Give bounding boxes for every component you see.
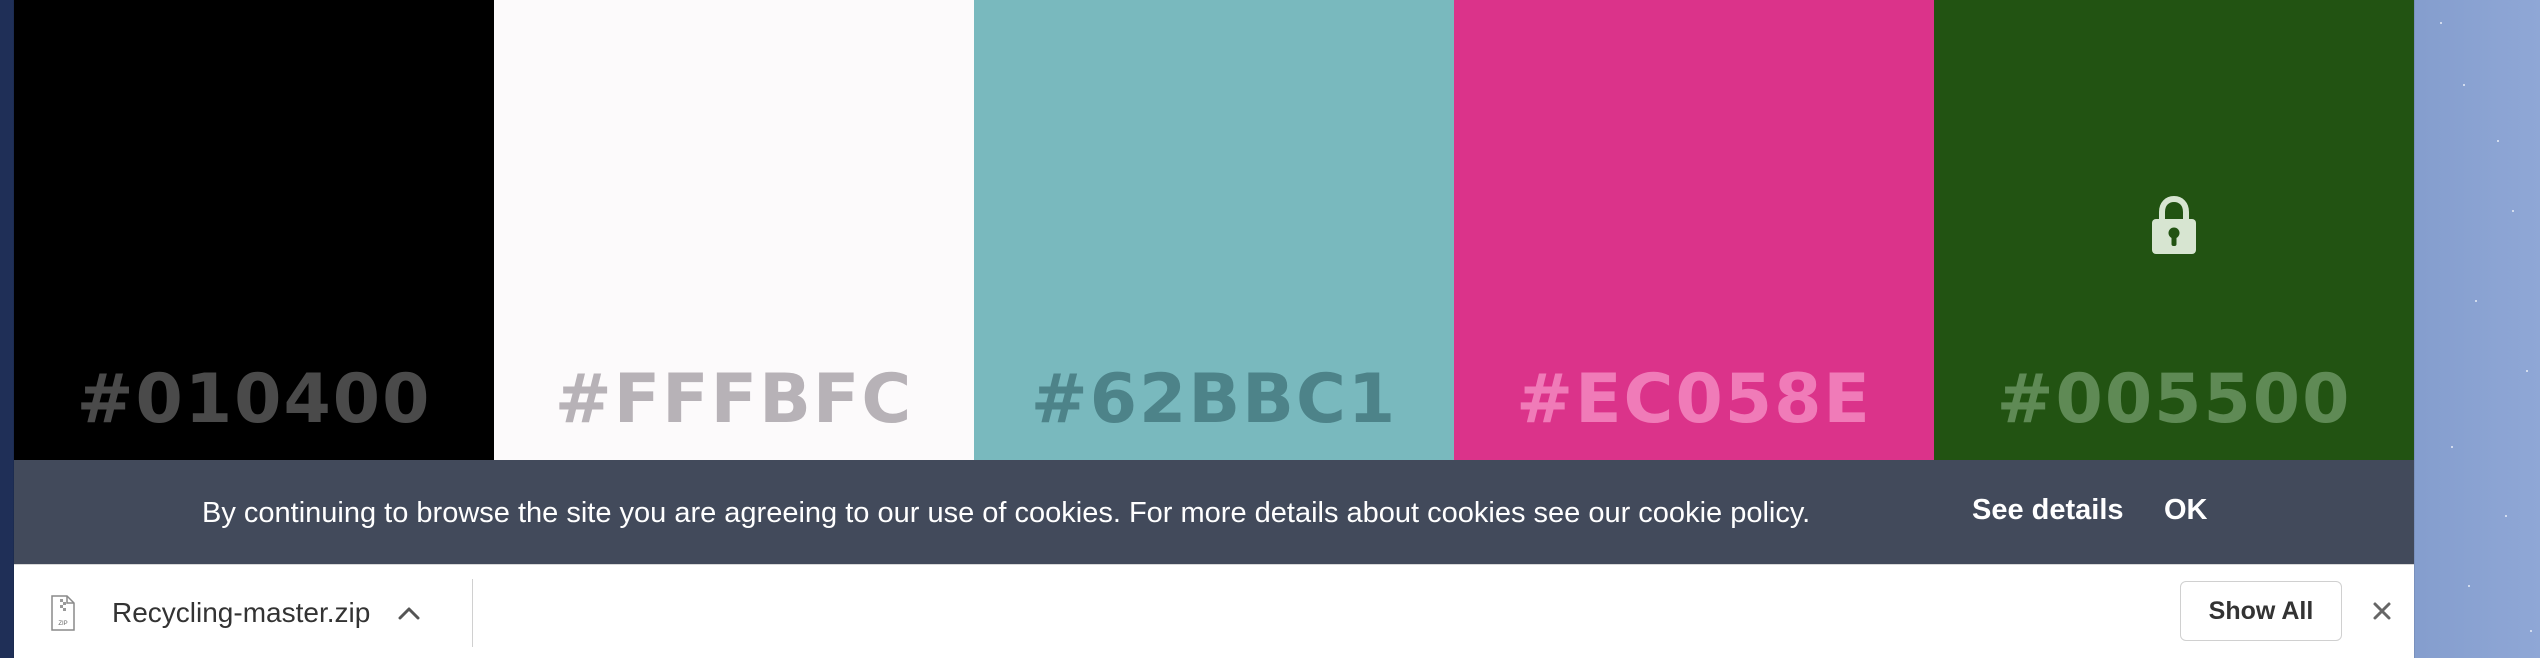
star <box>2451 446 2453 448</box>
chevron-up-icon[interactable] <box>398 606 420 620</box>
swatch-5[interactable]: #005500 <box>1934 0 2414 460</box>
show-all-button[interactable]: Show All <box>2180 581 2342 641</box>
download-file-name[interactable]: Recycling-master.zip <box>112 597 370 629</box>
zip-file-label: ZIP <box>58 621 67 627</box>
cookie-banner: By continuing to browse the site you are… <box>14 460 2414 564</box>
swatch-hex-label[interactable]: #005500 <box>1934 366 2414 434</box>
swatch-4[interactable]: #EC058E <box>1454 0 1934 460</box>
star <box>2512 210 2514 212</box>
download-divider <box>472 579 473 647</box>
swatch-1[interactable]: #010400 <box>14 0 494 460</box>
browser-window: #010400 #FFFBFC #62BBC1 #EC058E #005500 … <box>14 0 2414 658</box>
star <box>2505 515 2507 517</box>
swatch-3[interactable]: #62BBC1 <box>974 0 1454 460</box>
download-bar: ZIP Recycling-master.zip Show All <box>14 564 2414 658</box>
swatch-hex-label[interactable]: #FFFBFC <box>494 366 974 434</box>
star <box>2463 84 2465 86</box>
star <box>2526 370 2528 372</box>
star <box>2468 585 2470 587</box>
close-icon[interactable] <box>2372 601 2392 621</box>
swatch-2[interactable]: #FFFBFC <box>494 0 974 460</box>
cookie-message: By continuing to browse the site you are… <box>202 497 1811 529</box>
swatch-hex-label[interactable]: #62BBC1 <box>974 366 1454 434</box>
see-details-link[interactable]: See details <box>1972 494 2124 527</box>
download-item[interactable]: ZIP Recycling-master.zip <box>50 593 420 633</box>
star <box>2497 140 2499 142</box>
star <box>2440 22 2442 24</box>
zip-file-icon: ZIP <box>51 595 75 631</box>
ok-button[interactable]: OK <box>2164 494 2208 527</box>
star <box>2530 630 2532 632</box>
lock-icon[interactable] <box>2149 195 2199 257</box>
swatch-hex-label[interactable]: #EC058E <box>1454 366 1934 434</box>
swatch-hex-label[interactable]: #010400 <box>14 366 494 434</box>
color-palette: #010400 #FFFBFC #62BBC1 #EC058E #005500 <box>14 0 2414 460</box>
star <box>2475 300 2477 302</box>
